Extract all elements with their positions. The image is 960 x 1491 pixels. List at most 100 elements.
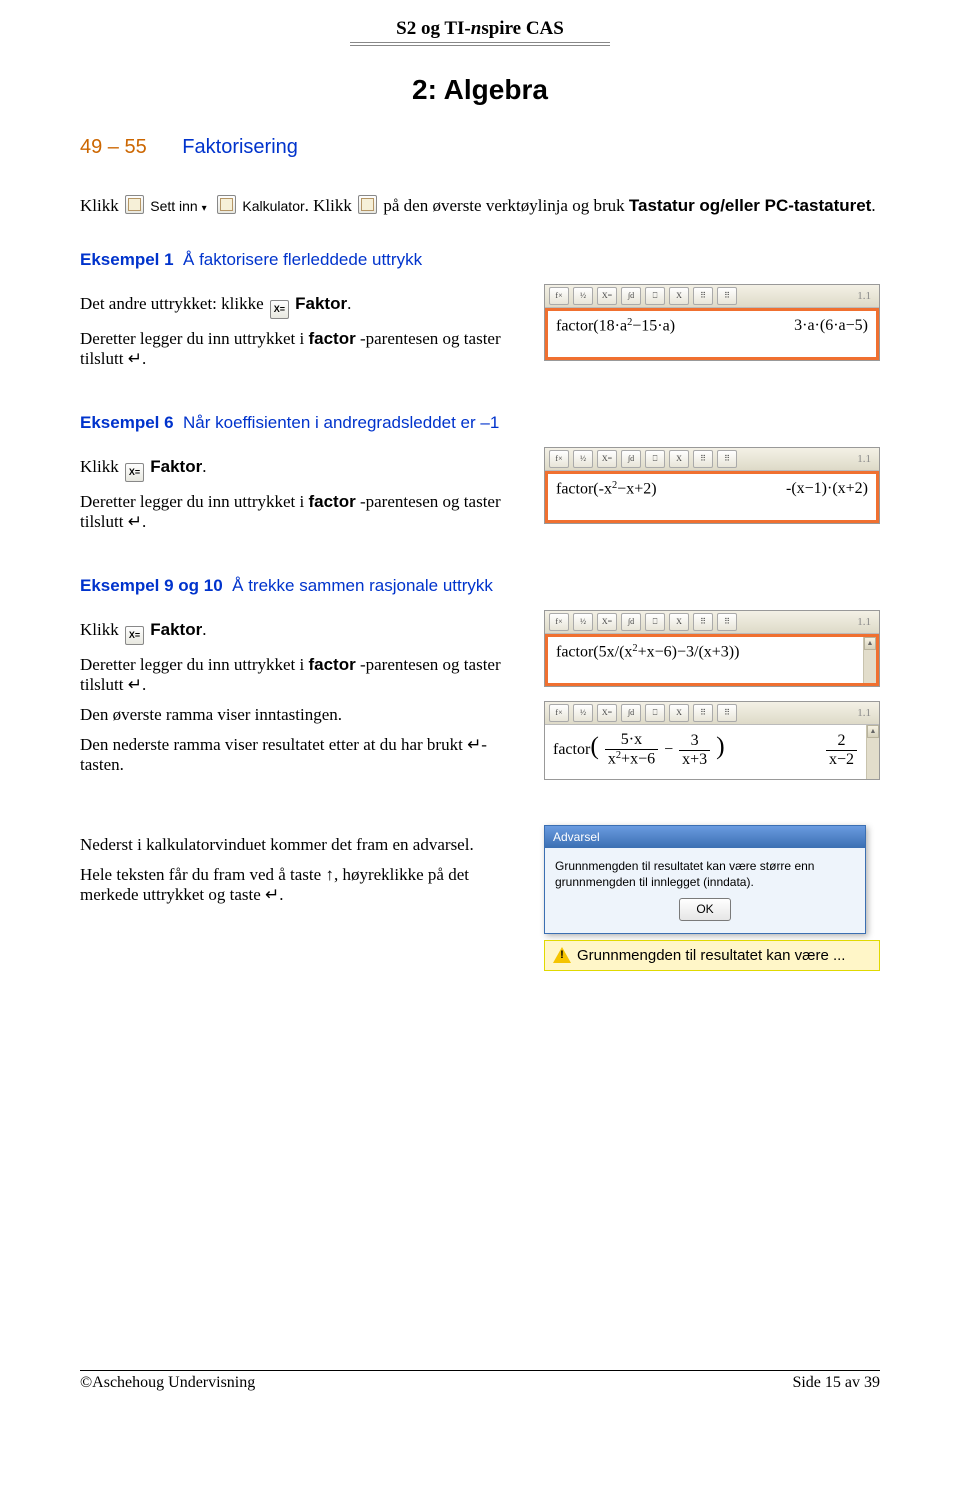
warning-bar-text: Grunnmengden til resultatet kan være ... (577, 947, 845, 964)
calculator-icon (217, 195, 236, 214)
calc-body-ex9a: ▲ factor(5x/(x2+x−6)−3/(x+3)) (545, 634, 879, 686)
toolbar-btn-icon[interactable]: ∫d (621, 613, 641, 631)
tab-indicator: 1.1 (857, 707, 875, 719)
example-9-10-title: Eksempel 9 og 10 Å trekke sammen rasjona… (80, 576, 880, 596)
warning-text-1: Nederst i kalkulatorvinduet kommer det f… (80, 835, 520, 855)
ex9-title-bold: Eksempel 9 og 10 (80, 576, 223, 595)
toolbar-btn-icon[interactable]: ⠿ (693, 704, 713, 722)
intro-tastatur: Tastatur og/eller PC-tastaturet (629, 196, 871, 215)
toolbar-btn-icon[interactable]: ⠿ (717, 287, 737, 305)
ex1-line2: Deretter legger du inn uttrykket i facto… (80, 329, 520, 369)
ex9-line1: Klikk X= Faktor. (80, 620, 520, 645)
ex9-faktor: Faktor (150, 620, 202, 639)
x-equals-icon: X= (270, 300, 289, 319)
toolbar-btn-icon[interactable]: ∫d (621, 287, 641, 305)
scroll-up-icon[interactable]: ▲ (864, 637, 876, 650)
toolbar-btn-icon[interactable]: X= (597, 450, 617, 468)
calc-toolbar-ex9a: f× ½ X= ∫d ⎕ X ⠿ ⠿ 1.1 (545, 611, 879, 634)
toolbar-btn-icon[interactable]: ⎕ (645, 450, 665, 468)
ex6-line2-a: Deretter legger du inn uttrykket i (80, 492, 304, 511)
toolbar-btn-icon[interactable]: X= (597, 287, 617, 305)
scrollbar[interactable]: ▲ (863, 637, 876, 683)
toolbar-btn-icon[interactable]: X= (597, 704, 617, 722)
calc-output-ex1: 3·a·(6·a−5) (794, 317, 868, 335)
intro-klikk-1: Klikk (80, 196, 119, 215)
intro-period: . (871, 196, 875, 215)
x-equals-icon: X= (125, 626, 144, 645)
page-header-title: S2 og TI-nspire CAS (80, 18, 880, 40)
toolbar-btn-icon[interactable]: ½ (573, 704, 593, 722)
toolbar-btn-icon[interactable]: ∫d (621, 450, 641, 468)
example-6-title: Eksempel 6 Når koeffisienten i andregrad… (80, 413, 880, 433)
intro-paragraph: Klikk Sett inn ▾ Kalkulator. Klikk på de… (80, 195, 880, 216)
calc-body-ex9b: ▲ factor( 5·xx2+x−6 − 3x+3 ) 2x−2 (545, 725, 879, 779)
toolbar-btn-icon[interactable]: ⠿ (693, 450, 713, 468)
toolbar-btn-icon[interactable]: ⎕ (645, 613, 665, 631)
toolbar-btn-icon[interactable]: X (669, 287, 689, 305)
section-name: Faktorisering (182, 136, 298, 158)
calc-body-ex6: factor(-x2−x+2) -(x−1)·(x+2) (545, 471, 879, 523)
ex9-line4: Den nederste ramma viser resultatet ette… (80, 735, 520, 775)
ex1-line2-a: Deretter legger du inn uttrykket i (80, 329, 304, 348)
dialog-title: Advarsel (545, 826, 865, 848)
toolbar-btn-icon[interactable]: ⎕ (645, 704, 665, 722)
ex6-title-rest: Når koeffisienten i andregradsleddet er … (183, 413, 499, 432)
calc-input-ex9a: factor(5x/(x2+x−6)−3/(x+3)) (556, 643, 739, 662)
calc-body-ex1: factor(18·a2−15·a) 3·a·(6·a−5) (545, 308, 879, 360)
toolbar-btn-icon[interactable]: ⠿ (717, 613, 737, 631)
ex1-title-bold: Eksempel 1 (80, 250, 174, 269)
header-text-b: spire CAS (481, 18, 564, 39)
warning-text-2: Hele teksten får du fram ved å taste ↑, … (80, 865, 520, 905)
toolbar-btn-icon[interactable]: X= (597, 613, 617, 631)
ex9-factor-word: factor (308, 655, 355, 674)
toolbar-btn-icon[interactable]: ⠿ (717, 450, 737, 468)
ex6-line1: Klikk X= Faktor. (80, 457, 520, 482)
toolbar-btn-icon[interactable]: ⠿ (693, 287, 713, 305)
intro-rest: på den øverste verktøylinja og bruk (383, 196, 624, 215)
toolbar-btn-icon[interactable]: X (669, 613, 689, 631)
ex6-faktor: Faktor (150, 457, 202, 476)
header-text-italic: n (471, 18, 482, 39)
scroll-up-icon[interactable]: ▲ (867, 725, 879, 738)
footer-page-number: Side 15 av 39 (792, 1374, 880, 1392)
toolbar-btn-icon[interactable]: f× (549, 287, 569, 305)
calc-toolbar-ex6: f× ½ X= ∫d ⎕ X ⠿ ⠿ 1.1 (545, 448, 879, 471)
toolbar-btn-icon[interactable]: ½ (573, 613, 593, 631)
toolbar-btn-icon[interactable]: f× (549, 450, 569, 468)
tab-indicator: 1.1 (857, 616, 875, 628)
ex6-klikk: Klikk (80, 457, 119, 476)
toolbar-btn-icon[interactable]: ⎕ (645, 287, 665, 305)
toolbar-btn-icon[interactable]: ∫d (621, 704, 641, 722)
footer-copyright: ©Aschehoug Undervisning (80, 1374, 255, 1392)
toolbar-btn-icon[interactable]: f× (549, 704, 569, 722)
ex1-line1-text: Det andre uttrykket: klikke (80, 294, 264, 313)
calc-toolbar-ex9b: f× ½ X= ∫d ⎕ X ⠿ ⠿ 1.1 (545, 702, 879, 725)
header-text-a: S2 og TI- (396, 18, 471, 39)
toolbar-btn-icon[interactable]: ½ (573, 450, 593, 468)
toolbar-btn-icon[interactable]: X (669, 450, 689, 468)
tab-indicator: 1.1 (857, 453, 875, 465)
ok-button[interactable]: OK (679, 898, 731, 920)
calc-input-ex1: factor(18·a2−15·a) (556, 317, 675, 336)
footer-rule (80, 1370, 880, 1371)
ex1-factor-word: factor (308, 329, 355, 348)
toolbar-btn-icon[interactable]: X (669, 704, 689, 722)
header-underline (350, 42, 610, 46)
calc-panel-ex6: f× ½ X= ∫d ⎕ X ⠿ ⠿ 1.1 factor(-x2−x+2) (544, 447, 880, 524)
calc-panel-ex1: f× ½ X= ∫d ⎕ X ⠿ ⠿ 1.1 factor(18·a2−15·a… (544, 284, 880, 361)
toolbar-btn-icon[interactable]: ⠿ (693, 613, 713, 631)
ex6-title-bold: Eksempel 6 (80, 413, 174, 432)
calc-output-ex9b: 2x−2 (824, 732, 859, 769)
calc-panel-ex9a: f× ½ X= ∫d ⎕ X ⠿ ⠿ 1.1 ▲ facto (544, 610, 880, 687)
scrollbar[interactable]: ▲ (866, 725, 879, 779)
ex1-title-rest: Å faktorisere flerleddede uttrykk (183, 250, 422, 269)
toolbar-btn-icon[interactable]: ⠿ (717, 704, 737, 722)
ex9-line2-a: Deretter legger du inn uttrykket i (80, 655, 304, 674)
ex9-title-rest: Å trekke sammen rasjonale uttrykk (232, 576, 493, 595)
toolbar-btn-icon[interactable]: ½ (573, 287, 593, 305)
ex9-line2: Deretter legger du inn uttrykket i facto… (80, 655, 520, 695)
ex6-line1-period: . (202, 457, 206, 476)
toolbar-btn-icon[interactable]: f× (549, 613, 569, 631)
settinn-label: Sett inn ▾ (150, 198, 206, 214)
tab-indicator: 1.1 (857, 290, 875, 302)
